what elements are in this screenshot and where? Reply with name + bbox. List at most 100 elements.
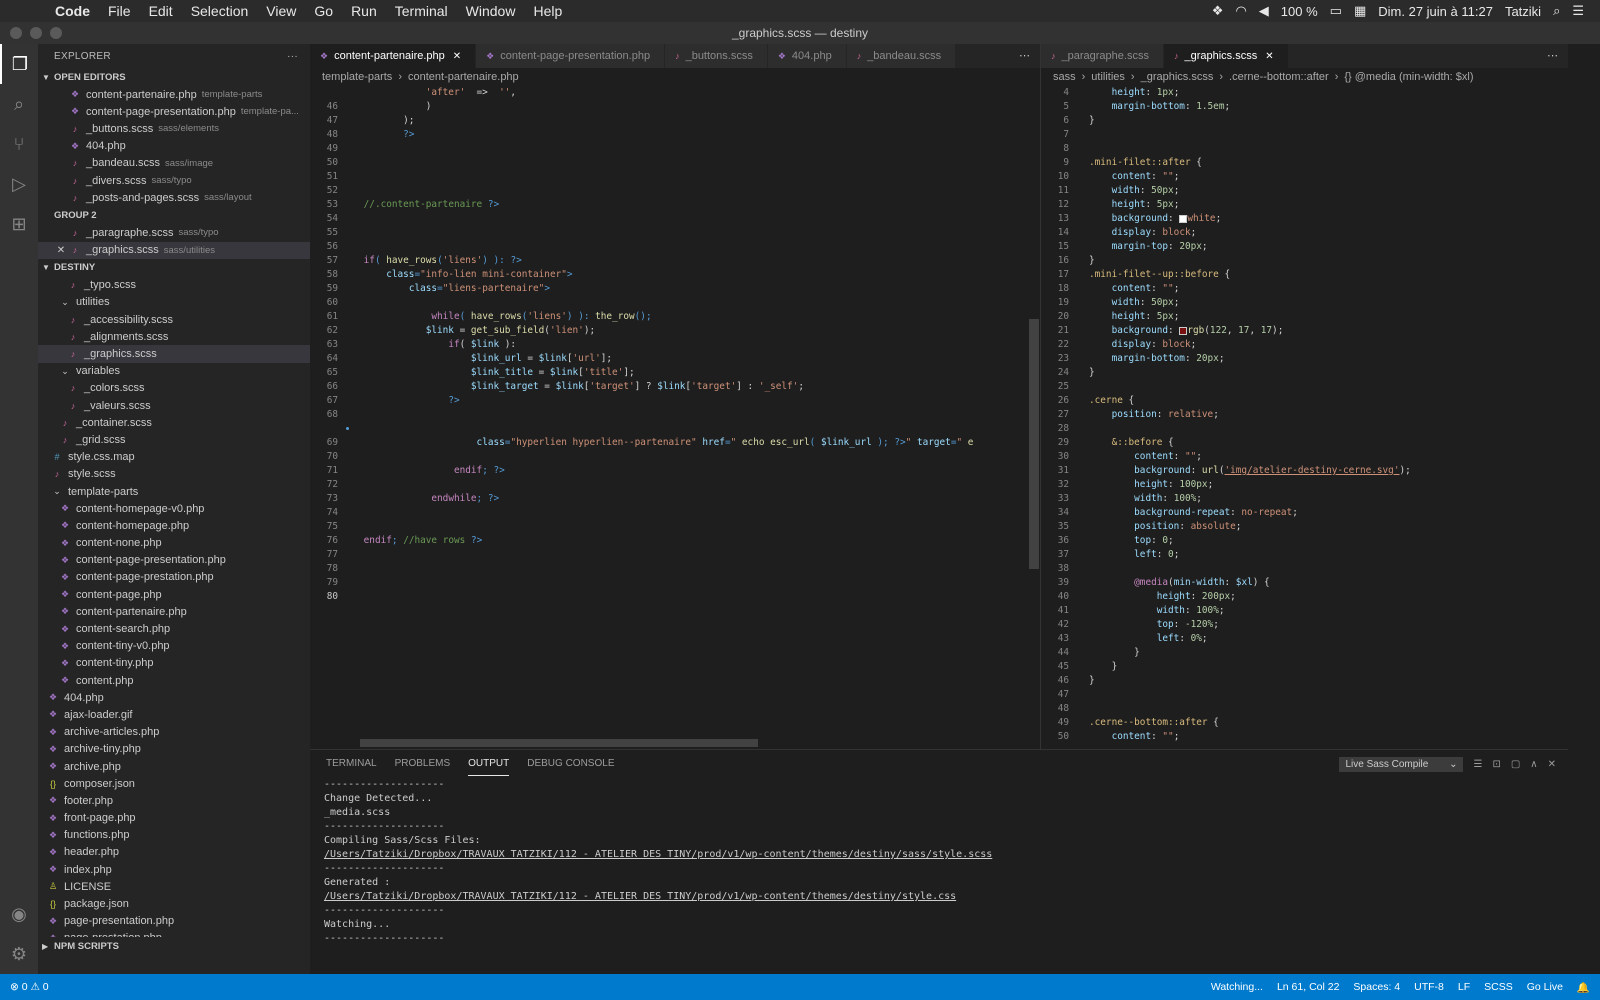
close-icon[interactable]: ✕ — [453, 51, 461, 62]
file-item[interactable]: ❖ content-tiny.php — [38, 655, 310, 672]
breadcrumb-item[interactable]: sass — [1053, 71, 1076, 83]
menu-view[interactable]: View — [266, 3, 296, 19]
run-debug-icon[interactable]: ▷ — [0, 164, 38, 204]
close-window-button[interactable] — [10, 27, 22, 39]
file-item[interactable]: ⌄ template-parts — [38, 483, 310, 500]
file-item[interactable]: ❖ content-homepage-v0.php — [38, 500, 310, 517]
menu-terminal[interactable]: Terminal — [395, 3, 448, 19]
output-channel-select[interactable]: Live Sass Compile ⌄ — [1339, 756, 1464, 772]
editor-tab[interactable]: ❖ content-page-presentation.php — [476, 44, 666, 68]
more-actions-icon[interactable]: ··· — [287, 51, 298, 62]
menu-selection[interactable]: Selection — [191, 3, 249, 19]
zoom-window-button[interactable] — [50, 27, 62, 39]
account-icon[interactable]: ◉ — [0, 894, 38, 934]
breadcrumb-item[interactable]: _graphics.scss — [1141, 71, 1214, 83]
file-item[interactable]: ♪ _graphics.scss — [38, 345, 310, 363]
wifi-icon[interactable]: ◠ — [1235, 3, 1246, 19]
file-item[interactable]: ♪ _accessibility.scss — [38, 311, 310, 328]
editor-tab[interactable]: ♪ _graphics.scss ✕ — [1163, 44, 1289, 68]
file-item[interactable]: ♪ style.scss — [38, 466, 310, 483]
calendar-icon[interactable]: ▦ — [1354, 3, 1366, 19]
file-item[interactable]: ♪ _valeurs.scss — [38, 397, 310, 414]
tab-debug-console[interactable]: DEBUG CONSOLE — [527, 752, 614, 776]
file-item[interactable]: ❖ content-homepage.php — [38, 517, 310, 534]
file-item[interactable]: ❖ content-page.php — [38, 586, 310, 603]
user-name[interactable]: Tatziki — [1505, 4, 1541, 19]
code-editor-2[interactable]: 4 height: 1px; 5 margin-bottom: 1.5em; 6} 7… — [1041, 86, 1568, 744]
output-line[interactable]: /Users/Tatziki/Dropbox/TRAVAUX TATZIKI/1… — [324, 848, 1568, 862]
extensions-icon[interactable]: ⊞ — [0, 204, 38, 244]
file-item[interactable]: ❖ 404.php — [38, 138, 310, 155]
output-line[interactable]: /Users/Tatziki/Dropbox/TRAVAUX TATZIKI/1… — [324, 890, 1568, 904]
file-item[interactable]: ♪ _container.scss — [38, 414, 310, 431]
menu-code[interactable]: Code — [55, 3, 90, 19]
file-item[interactable]: ❖ content-tiny-v0.php — [38, 638, 310, 655]
settings-gear-icon[interactable]: ⚙ — [0, 934, 38, 974]
battery-label[interactable]: 100 % — [1281, 4, 1318, 19]
file-item[interactable]: # style.css.map — [38, 449, 310, 466]
editor-tab[interactable]: ❖ 404.php — [767, 44, 847, 68]
maximize-panel-icon[interactable]: ∧ — [1530, 759, 1537, 770]
editor-tab[interactable]: ♪ _paragraphe.scss — [1041, 44, 1164, 68]
file-item[interactable]: ♪ _bandeau.scss sass/image — [38, 155, 310, 172]
file-item[interactable]: ✕ ♪ _graphics.scss sass/utilities — [38, 241, 310, 259]
notifications-icon[interactable]: 🔔 — [1577, 981, 1590, 994]
file-item[interactable]: ⌄ variables — [38, 363, 310, 380]
file-item[interactable]: {} composer.json — [38, 775, 310, 792]
breadcrumb-item[interactable]: content-partenaire.php — [408, 71, 519, 83]
spotlight-icon[interactable]: ⌕ — [1553, 3, 1560, 19]
language-mode[interactable]: SCSS — [1484, 981, 1513, 994]
file-item[interactable]: ❖ content-search.php — [38, 620, 310, 637]
tab-output[interactable]: OUTPUT — [468, 752, 510, 776]
file-item[interactable]: ♪ _colors.scss — [38, 380, 310, 397]
encoding[interactable]: UTF-8 — [1414, 981, 1444, 994]
file-item[interactable]: ❖ content.php — [38, 672, 310, 689]
file-item[interactable]: ♪ _grid.scss — [38, 431, 310, 448]
file-item[interactable]: ❖ archive-tiny.php — [38, 741, 310, 758]
file-item[interactable]: ❖ content-page-presentation.php — [38, 552, 310, 569]
indentation[interactable]: Spaces: 4 — [1353, 981, 1400, 994]
control-center-icon[interactable]: ☰ — [1572, 3, 1584, 19]
menu-help[interactable]: Help — [533, 3, 562, 19]
file-item[interactable]: ♪ _alignments.scss — [38, 328, 310, 345]
editor1-vertical-scrollbar[interactable] — [1029, 319, 1039, 569]
explorer-icon[interactable]: ❐ — [0, 44, 38, 84]
file-item[interactable]: ❖ header.php — [38, 844, 310, 861]
file-item[interactable]: ❖ archive-articles.php — [38, 724, 310, 741]
breadcrumb-item[interactable]: .cerne--bottom::after — [1229, 71, 1329, 83]
close-panel-icon[interactable]: ✕ — [1548, 759, 1556, 770]
file-item[interactable]: ❖ content-partenaire.php — [38, 603, 310, 620]
open-editors-section[interactable]: ▼ OPEN EDITORS — [38, 68, 310, 86]
file-item[interactable]: ♙ LICENSE — [38, 878, 310, 895]
file-item[interactable]: ❖ content-page-presentation.php template-p… — [38, 103, 310, 120]
editor-tab[interactable]: ❖ content-partenaire.php ✕ — [310, 44, 477, 68]
code-editor-1[interactable]: 'after' => '', 46 ) 47 ); 48 ?> 49 50 51 52 53 /… — [310, 86, 1040, 604]
editor-tab[interactable]: ♪ _bandeau.scss — [846, 44, 957, 68]
line-ending[interactable]: LF — [1458, 981, 1470, 994]
breadcrumb-item[interactable]: {} @media (min-width: $xl) — [1344, 71, 1473, 83]
file-item[interactable]: ❖ ajax-loader.gif — [38, 706, 310, 723]
clear-output-icon[interactable]: ☰ — [1473, 759, 1482, 770]
tab-terminal[interactable]: TERMINAL — [326, 752, 377, 776]
tab-problems[interactable]: PROBLEMS — [395, 752, 451, 776]
go-live-button[interactable]: Go Live — [1527, 981, 1563, 994]
close-icon[interactable]: ✕ — [1265, 51, 1273, 62]
file-item[interactable]: ♪ _buttons.scss sass/elements — [38, 120, 310, 137]
problems-count[interactable]: ⊗ 0 ⚠ 0 — [10, 981, 49, 993]
menu-file[interactable]: File — [108, 3, 131, 19]
volume-icon[interactable]: ◀ — [1259, 3, 1269, 19]
breadcrumb-item[interactable]: template-parts — [322, 71, 392, 83]
file-item[interactable]: ♪ _typo.scss — [38, 277, 310, 294]
file-item[interactable]: ♪ _paragraphe.scss sass/typo — [38, 224, 310, 241]
file-item[interactable]: ⌄ utilities — [38, 294, 310, 311]
more-tabs-icon[interactable]: ⋯ — [1009, 44, 1040, 68]
file-item[interactable]: ❖ page-presentation.php — [38, 913, 310, 930]
open-log-icon[interactable]: ▢ — [1511, 759, 1520, 770]
file-item[interactable]: ❖ 404.php — [38, 689, 310, 706]
watching-status[interactable]: Watching... — [1211, 981, 1263, 994]
lock-scroll-icon[interactable]: ⊡ — [1492, 759, 1500, 770]
file-item[interactable]: {} package.json — [38, 895, 310, 912]
file-item[interactable]: ♪ _divers.scss sass/typo — [38, 172, 310, 189]
menu-go[interactable]: Go — [314, 3, 333, 19]
source-control-icon[interactable]: ⑂ — [0, 124, 38, 164]
